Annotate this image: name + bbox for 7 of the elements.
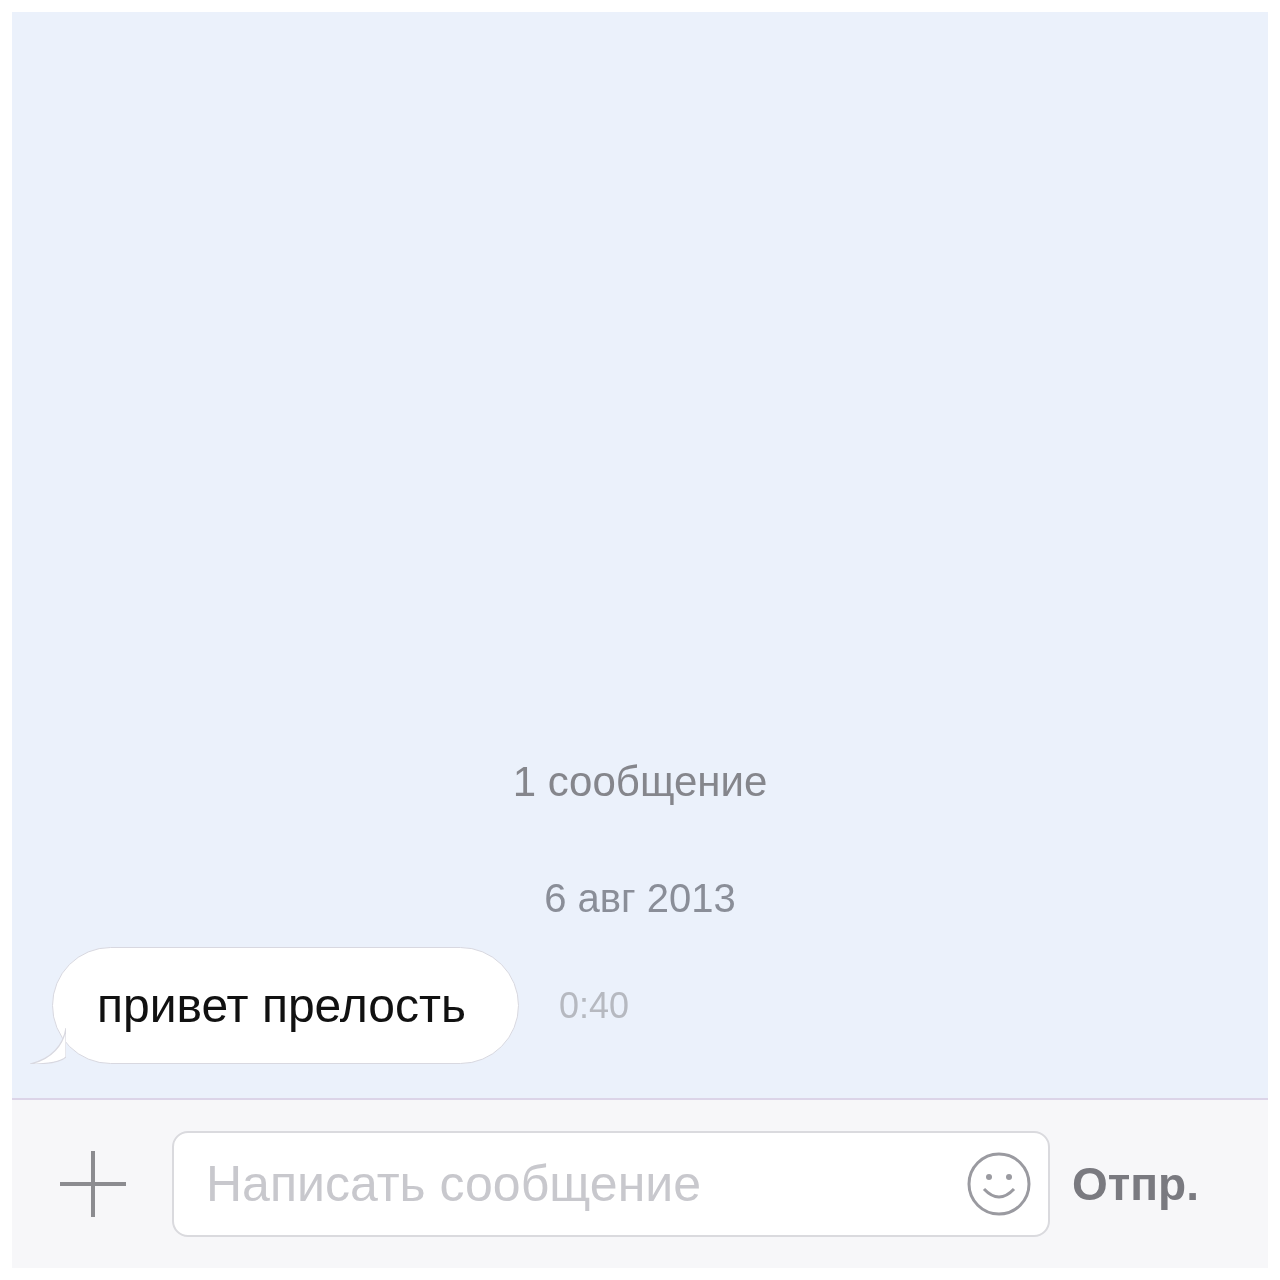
message-count: 1 сообщение <box>511 758 769 806</box>
message-text: привет прелость <box>97 979 466 1032</box>
date-label: 6 авг 2013 <box>543 876 737 921</box>
send-button[interactable]: Отпр. <box>1072 1157 1199 1211</box>
smiley-icon[interactable] <box>966 1151 1032 1217</box>
message-time: 0:40 <box>558 984 629 1027</box>
add-icon[interactable] <box>60 1151 126 1217</box>
